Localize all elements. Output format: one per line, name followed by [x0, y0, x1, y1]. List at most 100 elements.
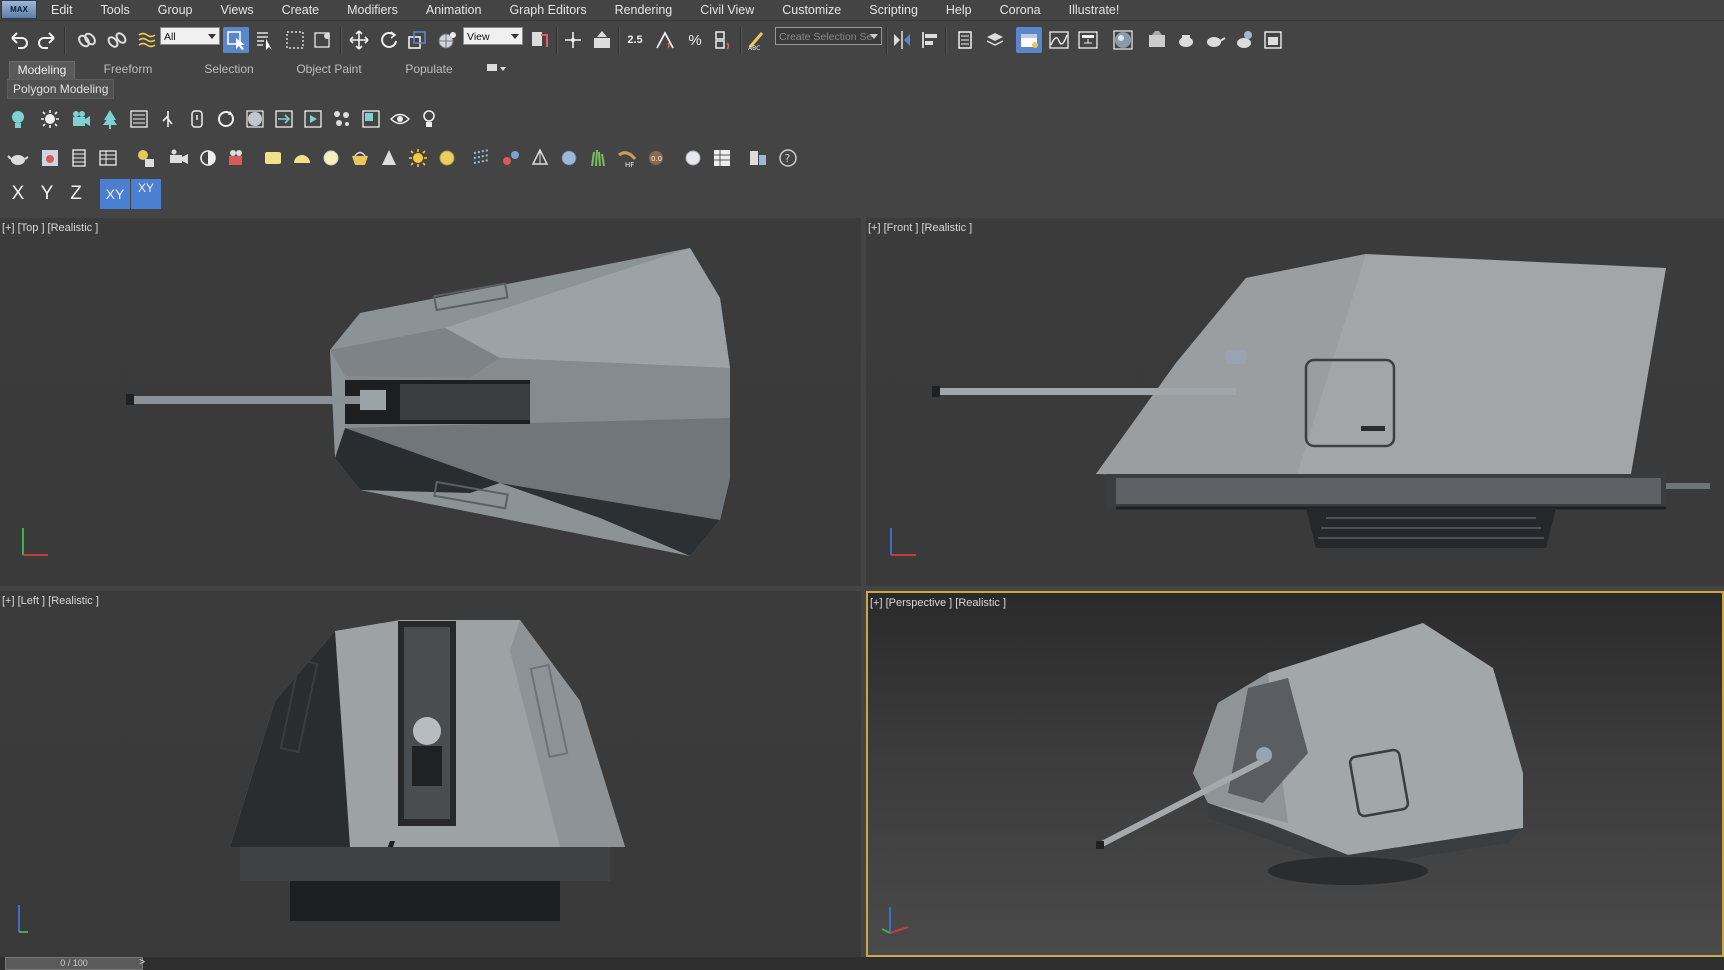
menu-corona[interactable]: Corona [986, 3, 1055, 17]
import-button[interactable] [271, 106, 297, 132]
polygon-modeling-panel[interactable]: Polygon Modeling [7, 79, 115, 99]
axis-xy-button[interactable]: XY [100, 179, 130, 209]
menu-customize[interactable]: Customize [768, 3, 855, 17]
keyboard-shortcut-override-button[interactable] [589, 27, 615, 53]
menu-illustrate[interactable]: Illustrate! [1055, 3, 1134, 17]
tab-freeform[interactable]: Freeform [96, 61, 160, 78]
scene-explorer-button[interactable] [952, 27, 978, 53]
create-camera-button[interactable] [68, 106, 94, 132]
selection-filter-dropdown[interactable]: All [160, 27, 220, 45]
viewport-front[interactable]: [+] [Front ] [Realistic ] [866, 218, 1724, 586]
align-button[interactable] [918, 27, 944, 53]
select-object-button[interactable] [223, 27, 249, 53]
spreadsheet-button[interactable] [66, 145, 92, 171]
render-setup-button[interactable] [1144, 27, 1170, 53]
viewport-perspective-label[interactable]: [+] [Perspective ] [Realistic ] [870, 597, 1006, 609]
viewport-top-label[interactable]: [+] [Top ] [Realistic ] [2, 222, 98, 234]
yellow-sphere-button[interactable] [434, 145, 460, 171]
viewport-front-label[interactable]: [+] [Front ] [Realistic ] [868, 222, 972, 234]
fur-button[interactable] [556, 145, 582, 171]
dome-light-button[interactable] [289, 145, 315, 171]
rendered-frame-window-button[interactable] [1173, 27, 1199, 53]
render-view-button[interactable] [37, 145, 63, 171]
proxy-button[interactable] [527, 145, 553, 171]
select-by-name-button[interactable] [252, 27, 278, 53]
axis-x-button[interactable]: X [3, 179, 33, 209]
material-preview-button[interactable] [680, 145, 706, 171]
sphere-light-button[interactable] [318, 145, 344, 171]
axis-y-button[interactable]: Y [32, 179, 62, 209]
play-preview-button[interactable] [300, 106, 326, 132]
named-selection-dropdown[interactable]: Create Selection Se [775, 27, 882, 45]
viewport-left[interactable]: [+] [Left ] [Realistic ] [0, 591, 861, 957]
next-frame-button[interactable]: > [135, 957, 149, 970]
create-foliage-button[interactable] [97, 106, 123, 132]
unlink-button[interactable] [104, 27, 130, 53]
list-panel-button[interactable] [126, 106, 152, 132]
viewport-layout-button[interactable] [358, 106, 384, 132]
menu-rendering[interactable]: Rendering [601, 3, 687, 17]
basket-light-button[interactable] [347, 145, 373, 171]
refresh-button[interactable] [213, 106, 239, 132]
pivot-center-button[interactable] [527, 27, 553, 53]
create-sun-button[interactable] [37, 106, 63, 132]
percent-snap-button[interactable]: % [682, 27, 708, 53]
teapot-button[interactable] [5, 145, 31, 171]
select-place-button[interactable] [434, 27, 460, 53]
menu-group[interactable]: Group [144, 3, 207, 17]
render-production-button[interactable] [1202, 27, 1228, 53]
spinner-snap-button[interactable] [711, 27, 737, 53]
tab-modeling[interactable]: Modeling [9, 61, 75, 79]
menu-scripting[interactable]: Scripting [855, 3, 932, 17]
lister-table-button[interactable] [709, 145, 735, 171]
axis-z-button[interactable]: Z [61, 179, 91, 209]
sun-light-button[interactable] [405, 145, 431, 171]
schematic-view-button[interactable] [1075, 27, 1101, 53]
menu-graph-editors[interactable]: Graph Editors [495, 3, 600, 17]
move-button[interactable] [346, 27, 372, 53]
rect-selection-region-button[interactable] [282, 27, 308, 53]
hair-button[interactable]: HF [614, 145, 640, 171]
viewport-left-label[interactable]: [+] [Left ] [Realistic ] [2, 595, 99, 607]
menu-help[interactable]: Help [932, 3, 986, 17]
camera-add-button[interactable] [166, 145, 192, 171]
particle-view-button[interactable] [329, 106, 355, 132]
scatter-button[interactable] [498, 145, 524, 171]
reference-coord-dropdown[interactable]: View [463, 27, 523, 45]
scale-button[interactable] [404, 27, 430, 53]
window-crossing-button[interactable] [310, 27, 336, 53]
create-light-button[interactable] [5, 106, 31, 132]
render-frame-button[interactable] [242, 106, 268, 132]
menu-edit[interactable]: Edit [37, 3, 87, 17]
ribbon-options-button[interactable] [483, 62, 509, 79]
tab-object-paint[interactable]: Object Paint [287, 61, 371, 78]
viewport-top[interactable]: [+] [Top ] [Realistic ] [0, 218, 861, 586]
tab-selection[interactable]: Selection [192, 61, 266, 78]
table-view-button[interactable] [95, 145, 121, 171]
menu-modifiers[interactable]: Modifiers [333, 3, 412, 17]
bind-spacewarp-button[interactable] [134, 27, 160, 53]
render-in-cloud-button[interactable] [1231, 27, 1257, 53]
menu-create[interactable]: Create [268, 3, 334, 17]
view-cube-button[interactable] [387, 106, 413, 132]
menu-views[interactable]: Views [206, 3, 267, 17]
hierarchy-button[interactable] [155, 106, 181, 132]
tab-populate[interactable]: Populate [396, 61, 462, 78]
select-manipulate-button[interactable] [560, 27, 586, 53]
redo-button[interactable] [34, 27, 60, 53]
menu-civil-view[interactable]: Civil View [686, 3, 768, 17]
render-camera-button[interactable] [224, 145, 250, 171]
grass-button[interactable] [585, 145, 611, 171]
angle-snap-button[interactable] [652, 27, 678, 53]
plane-light-button[interactable] [260, 145, 286, 171]
grid-object-button[interactable] [469, 145, 495, 171]
mirror-button[interactable] [889, 27, 915, 53]
rotate-button[interactable] [375, 27, 401, 53]
axis-xy-cycle-button[interactable]: XY [131, 179, 161, 209]
light-add-button[interactable] [132, 145, 158, 171]
snaps-toggle-button[interactable]: 2.5 [622, 27, 648, 53]
converter-button[interactable] [745, 145, 771, 171]
app-logo[interactable]: MAX [1, 0, 37, 19]
link-button[interactable] [74, 27, 100, 53]
toggle-ribbon-button[interactable] [1016, 27, 1042, 53]
